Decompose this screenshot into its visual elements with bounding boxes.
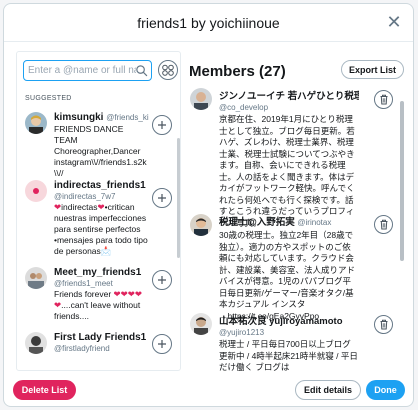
- member-item[interactable]: 税理士@入野拓実 @irinotax 30歳の税理士。独立2年目（28歳で独立）…: [185, 214, 397, 321]
- suggested-panel: SUGGESTED kimsungki @friends_kim FRIENDS…: [16, 51, 181, 371]
- member-handle: @irinotax: [297, 218, 332, 227]
- add-member-button[interactable]: [152, 188, 172, 208]
- user-handle: @friends1_meet: [54, 279, 113, 288]
- suggested-user[interactable]: kimsungki @friends_kim FRIENDS DANCE TEA…: [17, 112, 180, 178]
- trash-icon: [380, 94, 387, 105]
- member-item[interactable]: 山本祐次良 yujiroyamamoto @yujiro1213 税理士 / 平…: [185, 313, 397, 371]
- heart-emoji: ❤: [97, 202, 105, 212]
- user-name: kimsungki: [54, 112, 104, 123]
- suggested-user[interactable]: Meet_my_friends1 @friends1_meet Friends …: [17, 267, 180, 337]
- search-box: [23, 60, 152, 81]
- dialog-title: friends1 by yoichiinoue: [137, 14, 280, 31]
- members-panel: Members (27) Export List ジンノユーイチ 若ハゲひとり税…: [185, 51, 407, 371]
- edit-details-button[interactable]: Edit details: [295, 380, 361, 400]
- avatar[interactable]: [25, 267, 47, 289]
- plus-icon: [158, 340, 166, 348]
- search-input[interactable]: [24, 61, 136, 80]
- user-name: Meet_my_friends1: [54, 267, 142, 278]
- member-bio: 税理士 / 平日毎日700日以上ブログ更新中 / 4時半起床21時半就寝 / 平…: [219, 339, 358, 371]
- avatar[interactable]: [25, 180, 47, 202]
- member-bio: 30歳の税理士。独立2年目（28歳で独立）。適力の方やスポットのご依頼にも対応し…: [219, 230, 356, 321]
- avatar[interactable]: [25, 112, 47, 134]
- browse-people-button[interactable]: [158, 60, 178, 80]
- avatar[interactable]: [25, 332, 47, 354]
- user-handle: @indirectas_7w7: [54, 192, 116, 201]
- scrollbar[interactable]: [400, 101, 404, 261]
- member-name: 山本祐次良 yujiroyamamoto: [219, 316, 343, 327]
- add-member-button[interactable]: [152, 270, 172, 290]
- close-icon[interactable]: ✕: [385, 13, 403, 31]
- add-member-button[interactable]: [152, 115, 172, 135]
- dialog-header: friends1 by yoichiinoue ✕: [4, 4, 413, 42]
- dialog-footer: Delete List Edit details Done: [4, 377, 413, 406]
- suggested-user[interactable]: First Lady Friends1 @firstladyfriend: [17, 332, 180, 370]
- user-handle: @firstladyfriend: [54, 344, 110, 353]
- user-name: indirectas_friends1: [54, 180, 146, 191]
- user-bio: ❤indirectas❤•critican nuestras imperfecc…: [54, 202, 148, 256]
- add-member-button[interactable]: [152, 334, 172, 354]
- plus-icon: [158, 276, 166, 284]
- people-grid-icon: [162, 64, 174, 76]
- done-button[interactable]: Done: [366, 380, 405, 400]
- remove-member-button[interactable]: [374, 215, 393, 234]
- export-list-button[interactable]: Export List: [341, 60, 404, 79]
- remove-member-button[interactable]: [374, 315, 393, 334]
- trash-icon: [380, 219, 387, 230]
- avatar[interactable]: [190, 313, 212, 335]
- avatar[interactable]: [190, 214, 212, 236]
- user-handle: @friends_kim: [106, 113, 149, 122]
- member-item[interactable]: ジンノユーイチ 若ハゲひとり税理士 @co_develop 京都在住、2019年…: [185, 88, 397, 228]
- member-name: 税理士@入野拓実: [219, 217, 295, 228]
- scrollbar[interactable]: [177, 138, 180, 258]
- plus-icon: [158, 121, 166, 129]
- list-dialog: friends1 by yoichiinoue ✕ SUGGESTED: [3, 3, 414, 407]
- search-icon[interactable]: [135, 64, 148, 77]
- member-bio: 京都在住、2019年1月にひとり税理士として独立。ブログ毎日更新。若ハゲ、ズレわ…: [219, 114, 355, 228]
- avatar[interactable]: [190, 88, 212, 110]
- delete-list-button[interactable]: Delete List: [13, 380, 76, 400]
- user-name: First Lady Friends1: [54, 332, 147, 343]
- user-bio: Friends forever ❤❤❤❤❤....can't leave wit…: [54, 289, 143, 321]
- member-handle: @co_develop: [219, 103, 269, 112]
- suggested-label: SUGGESTED: [25, 95, 72, 102]
- user-bio: FRIENDS DANCE TEAM Choreographer,Dancer …: [54, 124, 147, 178]
- remove-member-button[interactable]: [374, 90, 393, 109]
- trash-icon: [380, 319, 387, 330]
- members-title: Members (27): [189, 63, 286, 80]
- plus-icon: [158, 194, 166, 202]
- member-handle: @yujiro1213: [219, 328, 265, 337]
- suggested-user[interactable]: indirectas_friends1 @indirectas_7w7 ❤ind…: [17, 180, 180, 260]
- member-name: ジンノユーイチ 若ハゲひとり税理士: [219, 91, 359, 102]
